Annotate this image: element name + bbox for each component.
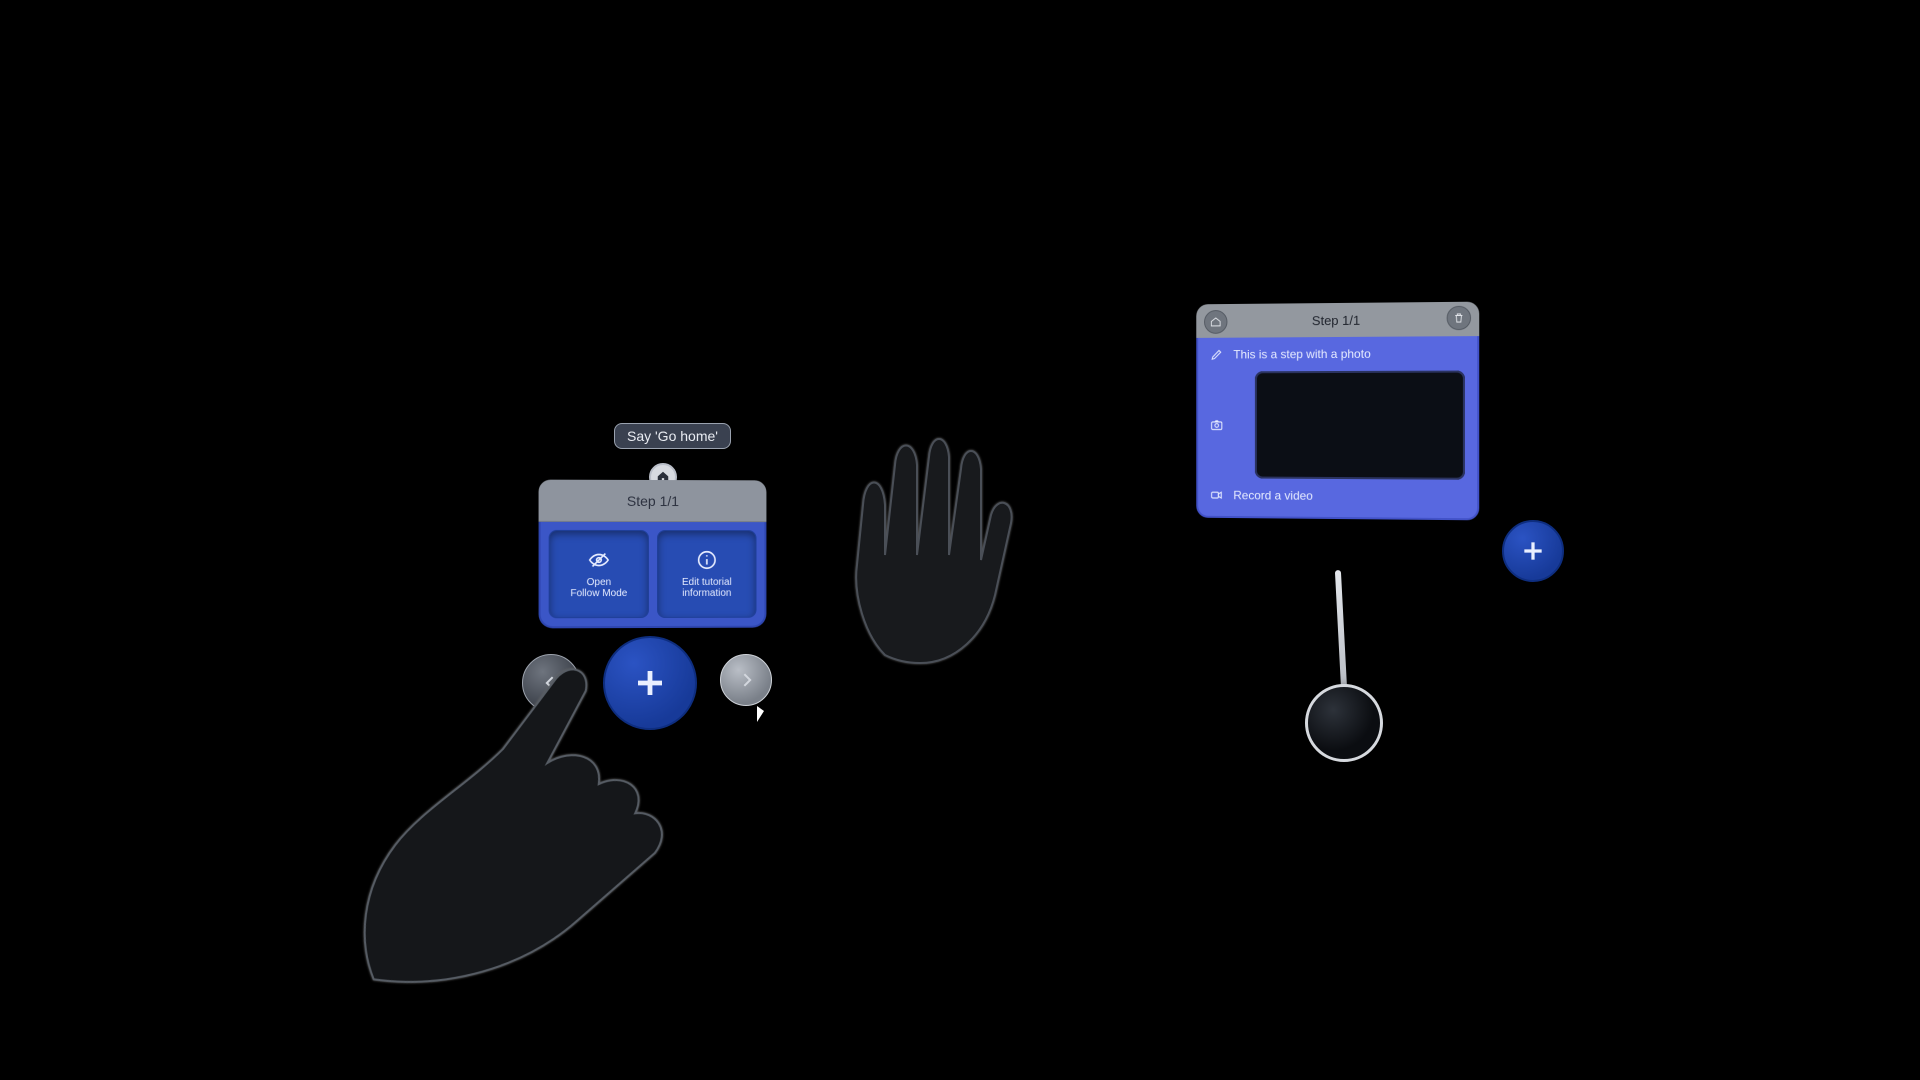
photo-placeholder[interactable] bbox=[1255, 371, 1465, 480]
add-media-button[interactable] bbox=[1502, 520, 1564, 582]
voice-hint-chip: Say 'Go home' bbox=[614, 423, 731, 449]
record-video-label: Record a video bbox=[1233, 488, 1313, 503]
delete-step-button[interactable] bbox=[1447, 306, 1471, 330]
step-description: This is a step with a photo bbox=[1233, 347, 1370, 362]
step-titlebar[interactable]: Step 1/1 bbox=[539, 480, 767, 522]
tile-label-line1: Edit tutorial bbox=[682, 576, 732, 588]
tether-line bbox=[1335, 570, 1347, 690]
chevron-right-icon bbox=[736, 670, 756, 690]
tutorial-panel-expanded: Step 1/1 This is a step with a photo bbox=[1196, 302, 1479, 521]
mouse-cursor bbox=[757, 706, 764, 722]
camera-icon bbox=[1210, 418, 1224, 432]
video-icon bbox=[1210, 488, 1224, 502]
right-hand-cursor bbox=[825, 405, 1025, 665]
info-icon bbox=[696, 549, 718, 577]
home-icon bbox=[1210, 316, 1222, 328]
step-titlebar[interactable]: Step 1/1 bbox=[1196, 302, 1479, 338]
spatial-anchor-handle[interactable] bbox=[1305, 684, 1383, 762]
pencil-icon bbox=[1210, 348, 1224, 362]
step-label: Step 1/1 bbox=[627, 493, 679, 509]
step-label: Step 1/1 bbox=[1312, 312, 1360, 327]
record-video-row[interactable]: Record a video bbox=[1210, 488, 1465, 504]
edit-description-row[interactable]: This is a step with a photo bbox=[1210, 346, 1465, 361]
plus-icon bbox=[1520, 538, 1546, 564]
pin-home-button[interactable] bbox=[1204, 310, 1227, 334]
tile-label-line1: Open bbox=[587, 577, 612, 589]
eye-icon bbox=[588, 548, 610, 576]
trash-icon bbox=[1453, 312, 1465, 324]
tile-label-line2: Follow Mode bbox=[570, 588, 627, 600]
photo-row[interactable] bbox=[1210, 371, 1465, 480]
left-hand-cursor bbox=[307, 598, 694, 1002]
